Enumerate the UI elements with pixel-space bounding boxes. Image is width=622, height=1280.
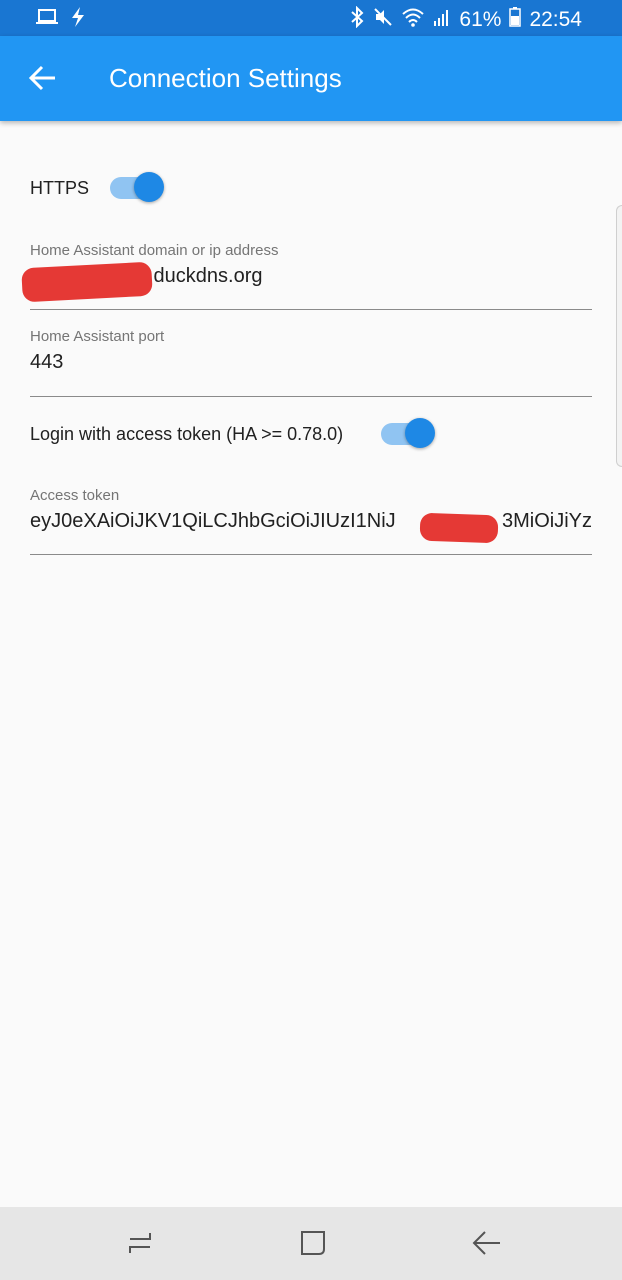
navigation-bar [0,1207,622,1280]
access-token-switch[interactable] [381,417,437,451]
switch-thumb [405,418,435,448]
app-bar: Connection Settings [0,36,622,121]
redaction-mark [419,512,499,544]
flash-icon [70,7,86,32]
switch-thumb [134,172,164,202]
https-switch[interactable] [110,171,166,205]
https-label: HTTPS [30,178,90,198]
port-field-label: Home Assistant port [30,328,165,345]
access-token-value-start: eyJ0eXAiOiJKV1QiLCJhbGciOiJIUzI1NiJ [30,510,396,532]
port-input[interactable]: 443 [30,351,592,374]
access-token-label: Access token [30,487,120,504]
access-token-underline [30,554,592,555]
access-token-toggle-label: Login with access token (HA >= 0.78.0) [30,424,344,444]
access-token-value-end: 3MiOiJiYz [501,510,592,532]
home-button[interactable] [295,1225,331,1261]
arrow-back-icon [24,65,64,102]
battery-percent: 61% [459,8,502,31]
recent-apps-icon [122,1233,158,1265]
laptop-icon [36,8,58,31]
redaction-mark [21,261,153,303]
port-field[interactable]: Home Assistant port 443 [30,328,592,398]
domain-field-label: Home Assistant domain or ip address [30,242,279,259]
wifi-icon [401,7,425,33]
signal-icon [433,7,451,33]
bluetooth-icon [349,5,365,34]
clock: 22:54 [529,8,582,31]
domain-underline [30,309,592,310]
back-button[interactable] [24,58,64,98]
page-title: Connection Settings [109,63,342,93]
nav-back-button[interactable] [468,1225,504,1261]
status-bar: 61% 22:54 [0,0,622,36]
access-token-input[interactable]: eyJ0eXAiOiJKV1QiLCJhbGciOiJIUzI1NiJ 3MiO… [30,510,592,538]
mute-icon [373,7,393,33]
home-icon [295,1231,331,1265]
back-icon [468,1231,504,1265]
battery-icon [509,7,522,33]
port-underline [30,396,592,397]
access-token-field[interactable]: Access token eyJ0eXAiOiJKV1QiLCJhbGciOiJ… [30,487,592,557]
recent-apps-button[interactable] [122,1225,158,1261]
edge-panel-handle[interactable] [616,205,622,467]
